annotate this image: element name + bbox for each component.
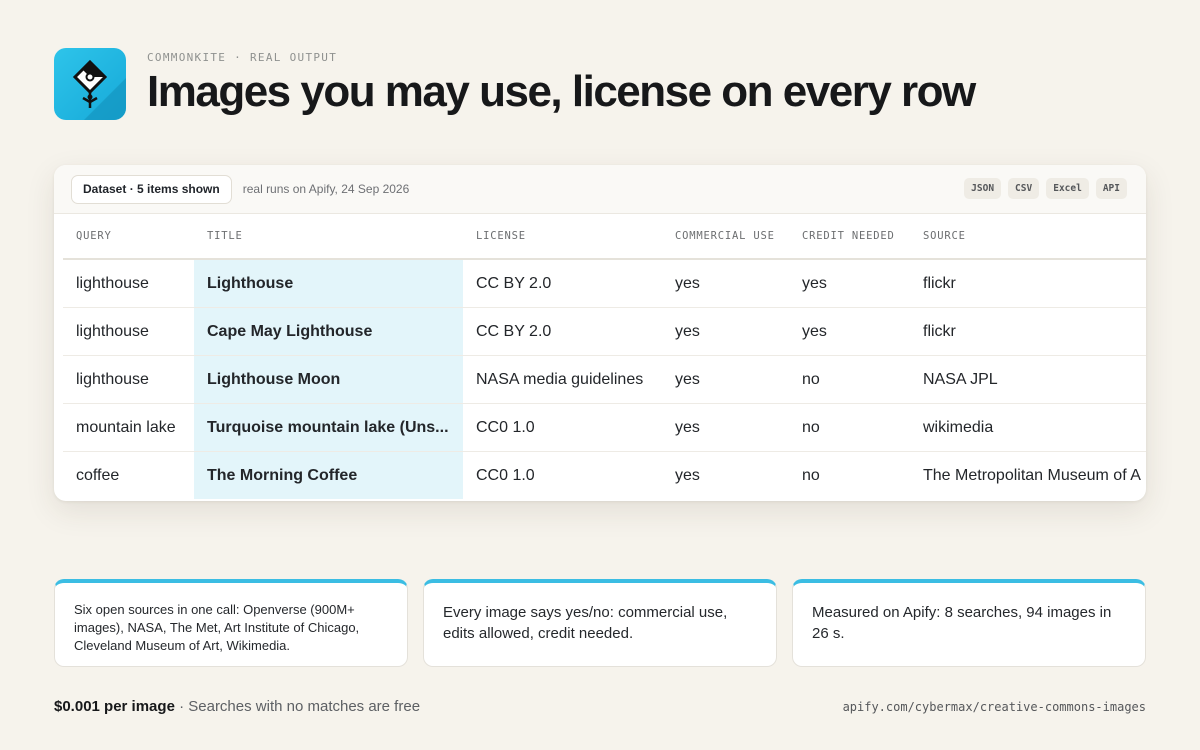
table-row[interactable]: mountain lake Turquoise mountain lake (U… (63, 403, 1146, 452)
dataset-toolbar: Dataset · 5 items shown real runs on Api… (54, 165, 1146, 214)
license-cell: CC BY 2.0 (463, 307, 662, 356)
column-header-license[interactable]: LICENSE (463, 214, 662, 260)
pricing-line: $0.001 per image · Searches with no matc… (54, 698, 420, 715)
export-csv-button[interactable]: CSV (1008, 178, 1040, 199)
table-row[interactable]: lighthouse Lighthouse CC BY 2.0 yes yes … (63, 259, 1146, 308)
source-cell: flickr (910, 259, 1146, 308)
export-json-button[interactable]: JSON (964, 178, 1002, 199)
table-row[interactable]: lighthouse Cape May Lighthouse CC BY 2.0… (63, 307, 1146, 356)
commercial-use-cell: yes (662, 259, 789, 308)
eyebrow-label: COMMONKITE · REAL OUTPUT (147, 50, 338, 64)
export-api-button[interactable]: API (1095, 178, 1127, 199)
feature-card-license-flags: Every image says yes/no: commercial use,… (423, 579, 777, 667)
license-cell: CC0 1.0 (463, 403, 662, 452)
price-note: · Searches with no matches are free (174, 698, 421, 715)
source-cell: The Metropolitan Museum of A (923, 466, 1141, 484)
dataset-pill[interactable]: Dataset · 5 items shown (71, 174, 232, 204)
table-row[interactable]: coffee The Morning Coffee CC0 1.0 yes no… (63, 451, 1146, 499)
commercial-use-cell: yes (662, 403, 789, 452)
page-title: Images you may use, license on every row (147, 66, 976, 116)
column-header-credit-needed[interactable]: CREDIT NEEDED (789, 214, 910, 260)
credit-needed-cell: no (789, 403, 910, 452)
table-row[interactable]: lighthouse Lighthouse Moon NASA media gu… (63, 355, 1146, 404)
credit-needed-cell: yes (789, 259, 910, 308)
license-cell: NASA media guidelines (463, 355, 662, 404)
credit-needed-cell: no (802, 466, 820, 484)
price-label: $0.001 per image (54, 698, 175, 715)
export-excel-button[interactable]: Excel (1046, 178, 1089, 199)
title-cell: Lighthouse Moon (194, 355, 463, 404)
source-cell: flickr (910, 307, 1146, 356)
table-header-row: QUERY TITLE LICENSE COMMERCIAL USE CREDI… (63, 214, 1146, 260)
query-cell: mountain lake (63, 403, 194, 452)
dataset-card: Dataset · 5 items shown real runs on Api… (54, 165, 1146, 501)
title-cell: Cape May Lighthouse (194, 307, 463, 356)
feature-card-sources: Six open sources in one call: Openverse … (54, 579, 408, 667)
column-header-title[interactable]: TITLE (194, 214, 463, 260)
actor-url-link[interactable]: apify.com/cybermax/creative-commons-imag… (843, 700, 1146, 714)
page-header: COMMONKITE · REAL OUTPUT Images you may … (54, 48, 976, 120)
source-cell: NASA JPL (910, 355, 1146, 404)
column-header-query[interactable]: QUERY (63, 214, 194, 260)
source-cell: wikimedia (910, 403, 1146, 452)
commercial-use-cell: yes (675, 466, 700, 484)
column-header-commercial-use[interactable]: COMMERCIAL USE (662, 214, 789, 260)
feature-cards: Six open sources in one call: Openverse … (54, 579, 1146, 667)
query-cell: lighthouse (63, 307, 194, 356)
query-cell: lighthouse (63, 259, 194, 308)
kite-logo-icon (54, 48, 126, 120)
column-header-source[interactable]: SOURCE (910, 214, 1146, 260)
license-cell: CC0 1.0 (476, 466, 535, 484)
title-cell: The Morning Coffee (194, 451, 463, 499)
license-cell: CC BY 2.0 (463, 259, 662, 308)
commercial-use-cell: yes (662, 355, 789, 404)
title-cell: Turquoise mountain lake (Uns... (194, 403, 463, 452)
commercial-use-cell: yes (662, 307, 789, 356)
dataset-note: real runs on Apify, 24 Sep 2026 (242, 182, 410, 196)
results-table: QUERY TITLE LICENSE COMMERCIAL USE CREDI… (63, 214, 1146, 499)
credit-needed-cell: yes (789, 307, 910, 356)
query-cell: coffee (76, 466, 120, 484)
title-cell: Lighthouse (194, 259, 463, 308)
query-cell: lighthouse (63, 355, 194, 404)
export-formats: JSON CSV Excel API (964, 178, 1127, 199)
feature-card-benchmark: Measured on Apify: 8 searches, 94 images… (792, 579, 1146, 667)
credit-needed-cell: no (789, 355, 910, 404)
